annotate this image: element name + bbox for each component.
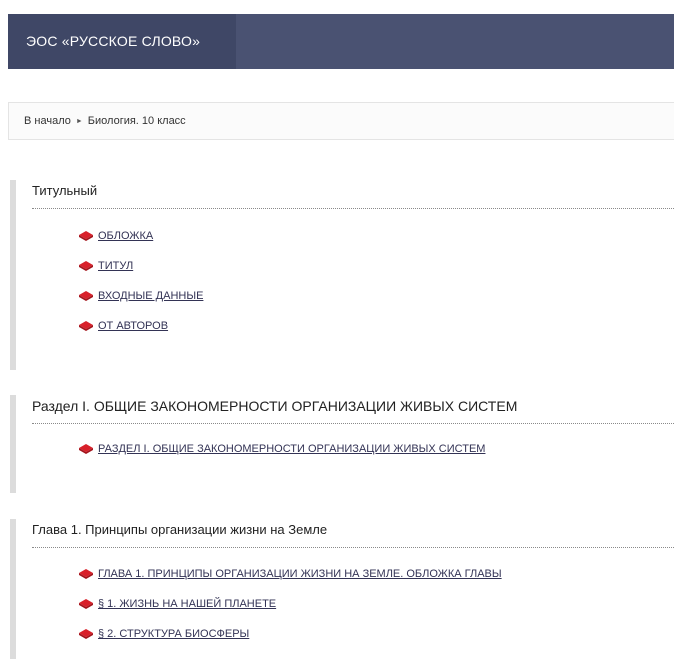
section-items: РАЗДЕЛ I. ОБЩИЕ ЗАКОНОМЕРНОСТИ ОРГАНИЗАЦ… [16,434,674,464]
red-book-icon [79,444,93,454]
list-item: РАЗДЕЛ I. ОБЩИЕ ЗАКОНОМЕРНОСТИ ОРГАНИЗАЦ… [16,434,674,464]
red-book-icon [79,599,93,609]
list-item: ГЛАВА 1. ПРИНЦИПЫ ОРГАНИЗАЦИИ ЖИЗНИ НА З… [16,559,674,589]
list-item: § 2. СТРУКТУРА БИОСФЕРЫ [16,619,674,649]
brand-link[interactable]: ЭОС «РУССКОЕ СЛОВО» [8,14,236,69]
red-book-icon [79,569,93,579]
list-item: ВХОДНЫЕ ДАННЫЕ [16,281,674,311]
breadcrumb-separator-icon: ► [75,118,83,125]
item-link[interactable]: ТИТУЛ [98,260,133,272]
page: ЭОС «РУССКОЕ СЛОВО» В начало ► Биология. 1… [0,0,674,659]
red-book-icon [79,321,93,331]
section-items: ОБЛОЖКА ТИТУЛ ВХОДНЫЕ ДАННЫЕ ОТ АВТОРОВ [16,221,674,341]
item-link[interactable]: § 1. ЖИЗНЬ НА НАШЕЙ ПЛАНЕТЕ [98,598,276,610]
item-link[interactable]: ВХОДНЫЕ ДАННЫЕ [98,290,203,302]
list-item: ТИТУЛ [16,251,674,281]
item-link[interactable]: § 2. СТРУКТУРА БИОСФЕРЫ [98,628,249,640]
section-part-one: Раздел I. ОБЩИЕ ЗАКОНОМЕРНОСТИ ОРГАНИЗАЦ… [10,395,674,493]
list-item: ОБЛОЖКА [16,221,674,251]
red-book-icon [79,231,93,241]
list-item: § 1. ЖИЗНЬ НА НАШЕЙ ПЛАНЕТЕ [16,589,674,619]
item-link[interactable]: ОБЛОЖКА [98,230,153,242]
breadcrumb-current: Биология. 10 класс [87,115,186,127]
red-book-icon [79,261,93,271]
section-title: Глава 1. Принципы организации жизни на З… [32,519,674,548]
section-chapter-one: Глава 1. Принципы организации жизни на З… [10,519,674,659]
header-bar: ЭОС «РУССКОЕ СЛОВО» [8,14,674,69]
section-items: ГЛАВА 1. ПРИНЦИПЫ ОРГАНИЗАЦИИ ЖИЗНИ НА З… [16,559,674,649]
red-book-icon [79,291,93,301]
breadcrumb: В начало ► Биология. 10 класс [8,102,674,140]
list-item: ОТ АВТОРОВ [16,311,674,341]
section-title: Раздел I. ОБЩИЕ ЗАКОНОМЕРНОСТИ ОРГАНИЗАЦ… [32,395,674,424]
item-link[interactable]: ОТ АВТОРОВ [98,320,168,332]
breadcrumb-home-link[interactable]: В начало [24,115,71,127]
item-link[interactable]: ГЛАВА 1. ПРИНЦИПЫ ОРГАНИЗАЦИИ ЖИЗНИ НА З… [98,568,502,580]
red-book-icon [79,629,93,639]
section-title: Титульный [32,180,674,209]
section-title-page: Титульный ОБЛОЖКА ТИТУЛ ВХОДНЫЕ ДАННЫЕ О… [10,180,674,370]
item-link[interactable]: РАЗДЕЛ I. ОБЩИЕ ЗАКОНОМЕРНОСТИ ОРГАНИЗАЦ… [98,443,485,455]
